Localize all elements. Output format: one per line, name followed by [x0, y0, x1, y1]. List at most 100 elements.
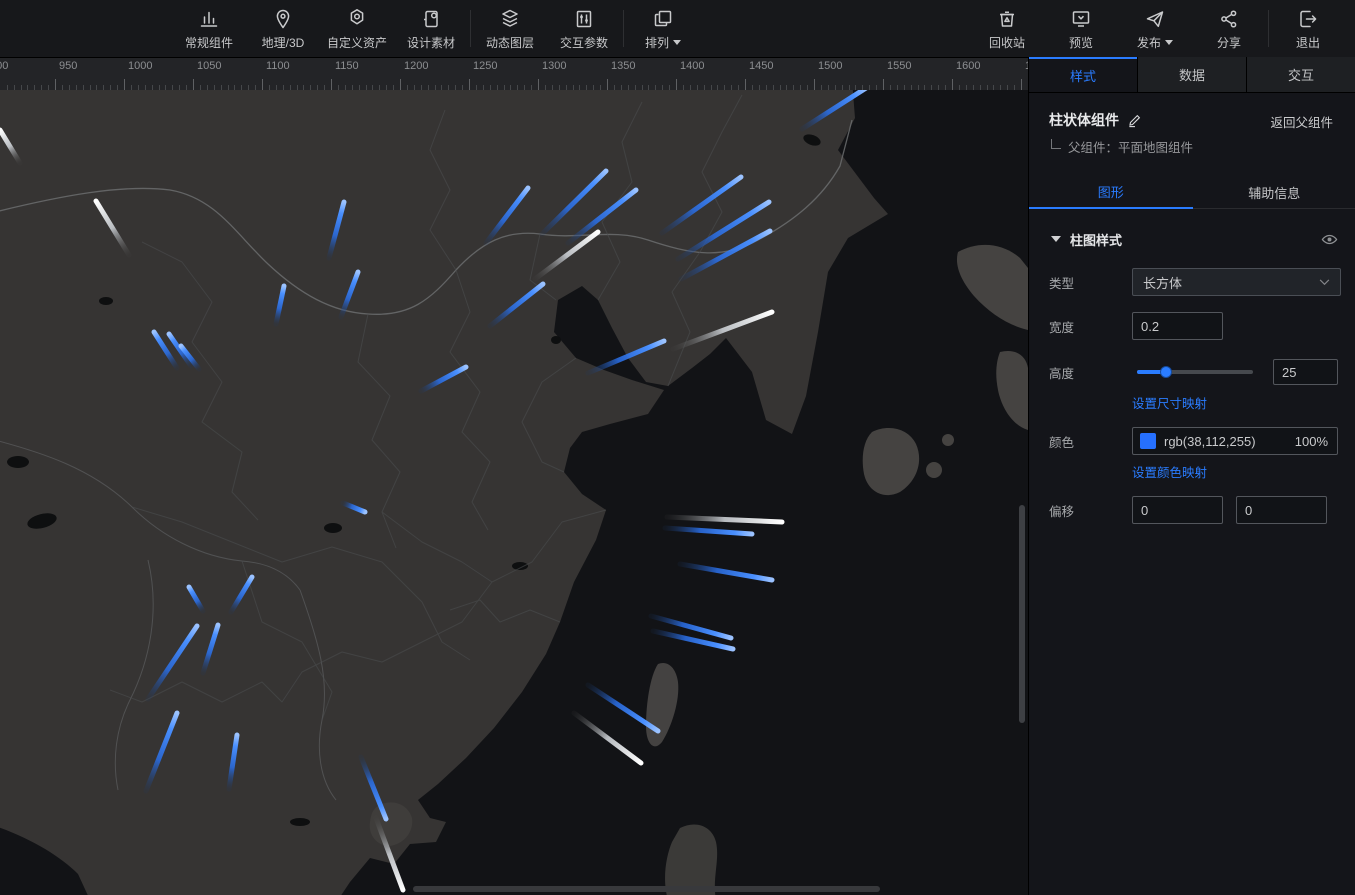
ruler-minor-tick: [117, 85, 118, 90]
custom-assets-button[interactable]: 自定义资产: [320, 0, 394, 57]
ruler-minor-tick: [27, 85, 28, 90]
ruler-minor-tick: [152, 85, 153, 90]
canvas-horizontal-scrollbar[interactable]: [413, 886, 880, 892]
ruler-minor-tick: [931, 85, 932, 90]
section-column-style[interactable]: 柱图样式: [1029, 224, 1355, 254]
recycle-bin-button[interactable]: 回收站: [970, 0, 1044, 57]
preview-icon: [1069, 7, 1093, 31]
width-input[interactable]: [1132, 312, 1223, 340]
ruler-minor-tick: [441, 85, 442, 90]
height-input[interactable]: [1273, 359, 1338, 385]
ruler-minor-tick: [48, 85, 49, 90]
arrange-button[interactable]: 排列: [626, 0, 700, 57]
ruler-minor-tick: [669, 85, 670, 90]
ruler-minor-tick: [207, 85, 208, 90]
toolbar-divider: [470, 10, 471, 47]
ruler-minor-tick: [159, 85, 160, 90]
ruler-minor-tick: [138, 85, 139, 90]
size-mapping-link[interactable]: 设置尺寸映射: [1132, 393, 1207, 412]
ruler-minor-tick: [773, 85, 774, 90]
share-button[interactable]: 分享: [1192, 0, 1266, 57]
ruler-minor-tick: [545, 85, 546, 90]
tab-style[interactable]: 样式: [1029, 57, 1137, 92]
ruler-major-tick: [193, 79, 194, 90]
ruler-major-tick: [676, 79, 677, 90]
ruler-label: 1300: [542, 60, 566, 72]
back-to-parent-link[interactable]: 返回父组件: [1270, 112, 1333, 131]
height-slider[interactable]: [1137, 370, 1253, 374]
settings-panel: 样式 数据 交互 柱状体组件 返回父组件 父组件：平面地图组件 图形 辅助信息 …: [1028, 57, 1355, 895]
ruler-minor-tick: [759, 85, 760, 90]
ruler-minor-tick: [918, 85, 919, 90]
preview-button[interactable]: 预览: [1044, 0, 1118, 57]
design-assets-button[interactable]: 设计素材: [394, 0, 468, 57]
toolbar-divider: [623, 10, 624, 47]
section-title: 柱图样式: [1070, 230, 1122, 249]
canvas-vertical-scrollbar[interactable]: [1019, 505, 1025, 723]
ruler-minor-tick: [635, 85, 636, 90]
design-canvas[interactable]: [0, 90, 1028, 895]
ruler-major-tick: [607, 79, 608, 90]
subtab-graphic[interactable]: 图形: [1029, 176, 1193, 209]
tool-label: 退出: [1296, 34, 1320, 51]
ruler-minor-tick: [573, 85, 574, 90]
ruler-major-tick: [262, 79, 263, 90]
dynamic-layers-button[interactable]: 动态图层: [473, 0, 547, 57]
chevron-down-icon: [1319, 279, 1330, 286]
color-label: 颜色: [1049, 432, 1074, 451]
tool-label: 常规组件: [185, 34, 233, 51]
geo-3d-button[interactable]: 地理/3D: [246, 0, 320, 57]
field-row-width: 宽度: [1029, 312, 1355, 340]
ruler-minor-tick: [531, 85, 532, 90]
ruler-minor-tick: [579, 85, 580, 90]
color-mapping-link[interactable]: 设置颜色映射: [1132, 462, 1207, 481]
offset-x-input[interactable]: [1132, 496, 1223, 524]
interaction-params-button[interactable]: 交互参数: [547, 0, 621, 57]
ruler-minor-tick: [352, 85, 353, 90]
field-row-color: 颜色 rgb(38,112,255) 100%: [1029, 427, 1355, 455]
ruler-minor-tick: [731, 85, 732, 90]
publish-button[interactable]: 发布: [1118, 0, 1192, 57]
layer-tools-group: 动态图层 交互参数: [473, 0, 621, 57]
ruler-minor-tick: [655, 85, 656, 90]
panel-subtabbar: 图形 辅助信息: [1029, 176, 1355, 209]
tab-data[interactable]: 数据: [1137, 57, 1246, 92]
regular-components-button[interactable]: 常规组件: [172, 0, 246, 57]
ruler-minor-tick: [41, 85, 42, 90]
tab-interaction[interactable]: 交互: [1246, 57, 1355, 92]
ruler-minor-tick: [600, 85, 601, 90]
ruler-minor-tick: [386, 85, 387, 90]
ruler-minor-tick: [993, 85, 994, 90]
publish-icon: [1143, 7, 1167, 31]
ruler-minor-tick: [911, 85, 912, 90]
ruler-minor-tick: [1007, 85, 1008, 90]
ruler-minor-tick: [821, 85, 822, 90]
layers-icon: [498, 7, 522, 31]
edit-pencil-icon[interactable]: [1127, 113, 1142, 128]
offset-y-input[interactable]: [1236, 496, 1327, 524]
component-tools-group: 常规组件 地理/3D 自定义资产 设计素材: [172, 0, 468, 57]
ruler-minor-tick: [428, 85, 429, 90]
ruler-minor-tick: [186, 85, 187, 90]
asset-doc-icon: [419, 7, 443, 31]
ruler-minor-tick: [621, 85, 622, 90]
color-swatch[interactable]: [1140, 433, 1156, 449]
datav-editor: { "toolbar": { "left": [ {"label": "常规组件…: [0, 0, 1355, 895]
ruler-minor-tick: [697, 85, 698, 90]
component-title: 柱状体组件: [1049, 110, 1142, 130]
ruler-minor-tick: [807, 85, 808, 90]
ruler-minor-tick: [869, 85, 870, 90]
color-picker-field[interactable]: rgb(38,112,255) 100%: [1132, 427, 1338, 455]
slider-thumb[interactable]: [1160, 366, 1172, 378]
field-row-type: 类型 长方体: [1029, 268, 1355, 296]
type-select[interactable]: 长方体: [1132, 268, 1341, 296]
ruler-minor-tick: [828, 85, 829, 90]
trash-icon: [995, 7, 1019, 31]
visibility-eye-icon[interactable]: [1321, 231, 1338, 248]
subtab-auxiliary[interactable]: 辅助信息: [1193, 176, 1355, 209]
tree-branch-icon: [1051, 139, 1061, 149]
ruler-minor-tick: [648, 85, 649, 90]
exit-button[interactable]: 退出: [1271, 0, 1345, 57]
ruler-major-tick: [400, 79, 401, 90]
ruler-major-tick: [883, 79, 884, 90]
